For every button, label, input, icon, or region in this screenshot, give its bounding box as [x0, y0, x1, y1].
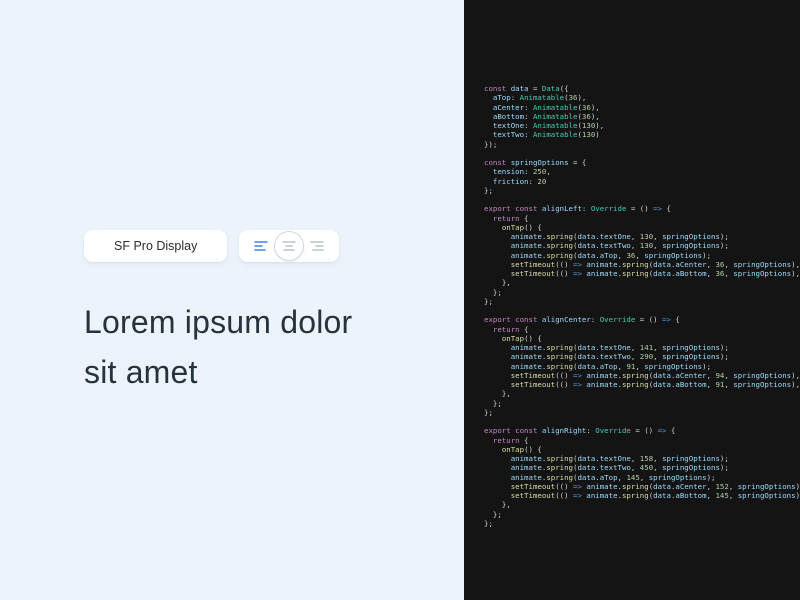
align-left-button[interactable] [247, 232, 275, 260]
controls-row: SF Pro Display [84, 230, 380, 262]
preview-panel: SF Pro Display [0, 0, 464, 600]
headline-text: Lorem ipsum dolor sit amet [84, 298, 380, 397]
align-center-button[interactable] [275, 232, 303, 260]
font-select-label: SF Pro Display [114, 239, 197, 253]
font-select-button[interactable]: SF Pro Display [84, 230, 227, 262]
code-panel: const data = Data({ aTop: Animatable(36)… [464, 0, 800, 600]
align-center-icon [282, 240, 296, 252]
code-block: const data = Data({ aTop: Animatable(36)… [484, 84, 800, 528]
align-button-group [239, 230, 339, 262]
align-left-icon [254, 240, 268, 252]
align-right-icon [310, 240, 324, 252]
align-right-button[interactable] [303, 232, 331, 260]
